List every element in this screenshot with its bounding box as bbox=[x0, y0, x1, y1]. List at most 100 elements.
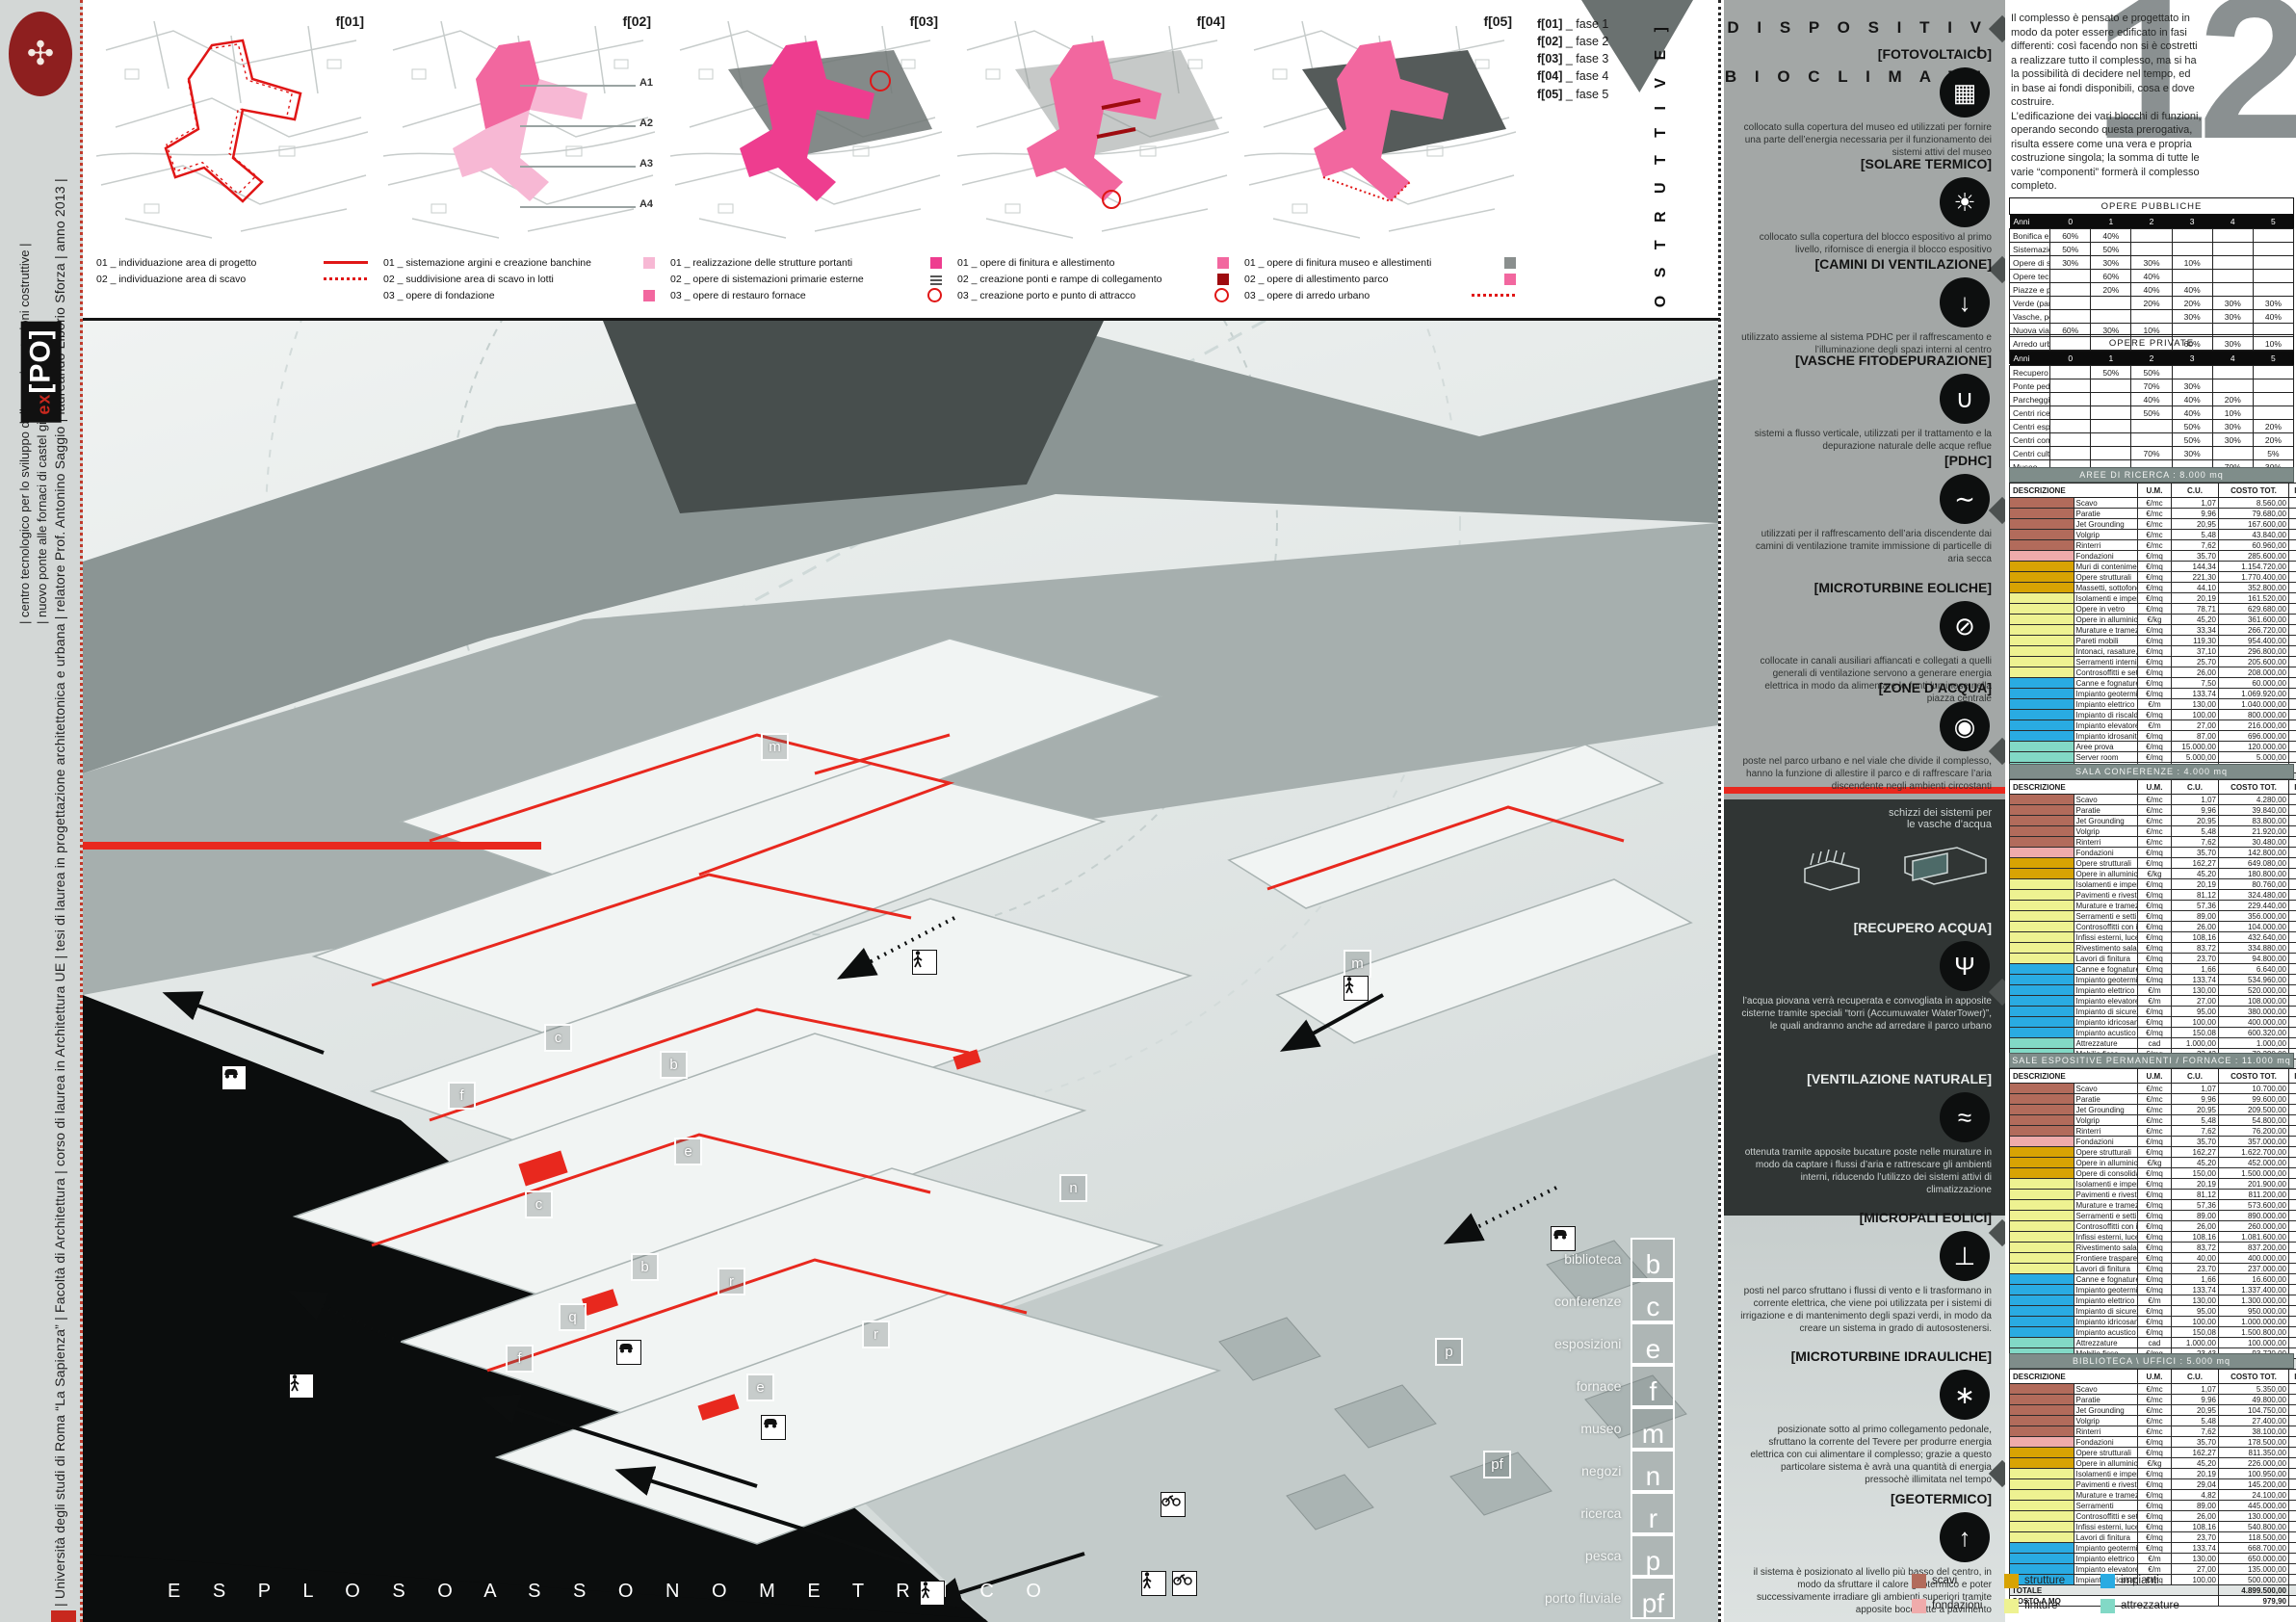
plan-marker-r: r bbox=[718, 1268, 745, 1295]
building-key-item-negozi: negozin bbox=[1545, 1450, 1675, 1492]
cost-row: Rinterri€/mc7,6260.960,000,56 % bbox=[2010, 540, 2296, 551]
building-key-letter: r bbox=[1631, 1492, 1675, 1534]
legend-swatch-square bbox=[1217, 274, 1229, 285]
legend-swatch-circle bbox=[1214, 288, 1229, 302]
legend-item: 03 _ creazione porto e punto di attracco bbox=[957, 287, 1229, 303]
legend-swatch-square bbox=[1504, 257, 1516, 269]
cost-row: Pavimenti e rivestimenti€/mq81,12811.200… bbox=[2010, 1190, 2296, 1200]
cost-row: Opere strutturali€/mq162,27649.080,0011,… bbox=[2010, 858, 2296, 869]
wind-micropile-icon: ⊥ bbox=[1940, 1231, 1990, 1281]
bio-section: [VASCHE FITODEPURAZIONE]∪sistemi a fluss… bbox=[1739, 353, 2005, 453]
building-key-item-fornace: fornacef bbox=[1545, 1365, 1675, 1407]
legend-item-label: 03 _ opere di arredo urbano bbox=[1244, 290, 1468, 301]
legend-label: strutture bbox=[2024, 1575, 2065, 1586]
cost-row: Impianto geotermico€/mq133,741.069.920,0… bbox=[2010, 689, 2296, 699]
cost-row: Impianto di riscaldamento e condizioname… bbox=[2010, 710, 2296, 720]
pedestrian-icon bbox=[1344, 976, 1369, 1001]
legend-swatch-hatch bbox=[930, 274, 942, 285]
car-icon bbox=[222, 1065, 247, 1090]
cost-row: Murature e tramezzi€/mq57,36229.440,003,… bbox=[2010, 901, 2296, 911]
cost-table-title: SALA CONFERENZE : 4.000 mq bbox=[2009, 764, 2294, 779]
opere-private-table: OPERE PRIVATEAnni012345Recupero fornace5… bbox=[2009, 334, 2294, 487]
plan-marker-e: e bbox=[746, 1373, 774, 1401]
plan-marker-b: b bbox=[631, 1253, 659, 1281]
cost-row: Lavori di finitura€/mq23,70237.000,001,6… bbox=[2010, 1264, 2296, 1274]
cost-col-descrizione: DESCRIZIONE bbox=[2010, 1370, 2138, 1384]
cost-row: Volgrip€/mc5,4827.400,000,52 % bbox=[2010, 1416, 2296, 1426]
legend-finiture: finiture bbox=[2004, 1593, 2100, 1618]
cost-row: Rinterri€/mc7,6230.480,000,53 % bbox=[2010, 837, 2296, 848]
cost-row: Paratie€/mc9,9699.600,000,69 % bbox=[2010, 1094, 2296, 1105]
cost-table-title: BIBLIOTECA \ UFFICI : 5.000 mq bbox=[2009, 1353, 2294, 1369]
bio-section: [CAMINI DI VENTILAZIONE]↓utilizzato assi… bbox=[1739, 256, 2005, 356]
cost-row: Rinterri€/mc7,6276.200,000,52 % bbox=[2010, 1126, 2296, 1137]
cost-table-title: AREE DI RICERCA : 8.000 mq bbox=[2009, 467, 2294, 483]
sidebar: ✣ | Università degli studi di Roma “La S… bbox=[0, 0, 83, 1622]
legend-item-label: 02 _ opere di allestimento parco bbox=[1244, 274, 1500, 285]
bio-section-heading: [VASCHE FITODEPURAZIONE] bbox=[1739, 353, 1992, 368]
legend-swatch-dots bbox=[1472, 294, 1516, 297]
cost-row: Impianto acustico€/mq150,081.500.800,008… bbox=[2010, 1327, 2296, 1338]
schedule-col-header: 1 bbox=[2091, 215, 2131, 229]
plan-marker-q: q bbox=[559, 1303, 587, 1331]
cost-col-costo: COSTO TOT. bbox=[2219, 1370, 2289, 1384]
map-label-f[01]: f[01] bbox=[335, 13, 364, 29]
bio-section-text: poste nel parco urbano e nel viale che d… bbox=[1739, 755, 1992, 793]
plan-marker-m: m bbox=[761, 733, 789, 761]
plan-marker-f: f bbox=[448, 1082, 476, 1110]
legend-item-label: 01 _ individuazione area di progetto bbox=[96, 257, 320, 269]
legend-label: scavi bbox=[1932, 1575, 1957, 1586]
legend-item-label: 02 _ opere di sistemazioni primarie este… bbox=[670, 274, 926, 285]
cost-row: Opere in alluminio€/kg45,20226.000,004,0… bbox=[2010, 1458, 2296, 1469]
legend-item-label: 01 _ opere di finitura museo e allestime… bbox=[1244, 257, 1500, 269]
map-label-f[02]: f[02] bbox=[622, 13, 651, 29]
schedule-col-header: 5 bbox=[2253, 215, 2293, 229]
bioclimatic-devices-column: D I S P O S I T I V I B I O C L I M A T … bbox=[1724, 0, 2005, 1622]
car-icon bbox=[761, 1415, 786, 1440]
cost-row: Volgrip€/mc5,4821.920,000,38 % bbox=[2010, 826, 2296, 837]
plan-marker-c: c bbox=[525, 1190, 553, 1218]
legend-swatch-attrezzature bbox=[2100, 1599, 2115, 1613]
cost-row: Impianto acustico€/mq150,08600.320,0010,… bbox=[2010, 1028, 2296, 1038]
cost-row: Isolamenti e impermeabilizzazioni€/mq20,… bbox=[2010, 593, 2296, 604]
site-plan-f[05] bbox=[1244, 12, 1516, 245]
cost-row: Isolamenti e impermeabilizzazioni€/mq20,… bbox=[2010, 879, 2296, 890]
schedule-row: Recupero fornace50%50% bbox=[2010, 366, 2294, 379]
construction-phases-maps: f[01] 01 _ individuazione area di progett… bbox=[83, 0, 1720, 321]
cost-row: Opere di consolidamento e restauro€/mq15… bbox=[2010, 1168, 2296, 1179]
site-plan-f[03] bbox=[670, 12, 942, 245]
schedule-row: Parcheggi interrati40%40%20% bbox=[2010, 393, 2294, 406]
bio-section: [SOLARE TERMICO]☀collocato sulla copertu… bbox=[1739, 156, 2005, 256]
cost-row: Infissi esterni, lucernari e scale mobil… bbox=[2010, 1522, 2296, 1532]
bio-section-heading: [RECUPERO ACQUA] bbox=[1739, 920, 1992, 935]
cost-row: Opere strutturali€/mq221,301.770.400,001… bbox=[2010, 572, 2296, 583]
cost-row: Paratie€/mc9,9639.840,000,69 % bbox=[2010, 805, 2296, 816]
pedestrian-icon bbox=[1141, 1571, 1166, 1596]
legend-item-label: 02 _ suddivisione area di scavo in lotti bbox=[383, 274, 655, 285]
cost-row: Serramenti e setti acustici€/mq89,00890.… bbox=[2010, 1211, 2296, 1221]
cost-row: Murature e tramezzi€/mq33,34266.720,002,… bbox=[2010, 625, 2296, 636]
schedule-col-header: 5 bbox=[2253, 352, 2293, 366]
section-label-A1: A1 bbox=[639, 77, 653, 89]
cost-row: Pavimenti e rivestimenti€/mq81,12324.480… bbox=[2010, 890, 2296, 901]
bio-section-text: sistemi a flusso verticale, utilizzati p… bbox=[1739, 428, 1992, 453]
schedule-row: Piazze e percorsi20%40%40% bbox=[2010, 283, 2294, 297]
bio-section-heading: [MICROPALI EOLICI] bbox=[1739, 1210, 1992, 1225]
legend-item: 01 _ realizzazione delle strutture porta… bbox=[670, 254, 942, 271]
plan-marker-m: m bbox=[1344, 950, 1371, 978]
cost-row: Scavo€/mc1,078.560,000,07 % bbox=[2010, 498, 2296, 509]
cost-row: Opere strutturali€/mq162,27811.350,0015,… bbox=[2010, 1448, 2296, 1458]
building-key-label: negozi bbox=[1581, 1463, 1621, 1478]
legend-swatch-strutture bbox=[2004, 1574, 2019, 1588]
section-label-A4: A4 bbox=[639, 198, 653, 210]
bike-icon bbox=[1161, 1492, 1186, 1517]
legend-item: 03 _ opere di fondazione bbox=[383, 287, 655, 303]
phase-key-item: f[02] _ fase 2 bbox=[1537, 33, 1608, 50]
schedule-col-header: 2 bbox=[2131, 215, 2172, 229]
cost-row: Jet Grounding€/mc20,95104.750,002,00 % bbox=[2010, 1405, 2296, 1416]
cost-row: Impianto elevatore€/m27,00108.000,001,88… bbox=[2010, 996, 2296, 1007]
building-key-label: fornace bbox=[1577, 1378, 1622, 1394]
map-label-f[04]: f[04] bbox=[1196, 13, 1225, 29]
cost-row: Serramenti€/mq89,00445.000,008,50 % bbox=[2010, 1501, 2296, 1511]
sapienza-crest-icon: ✣ bbox=[9, 12, 72, 96]
